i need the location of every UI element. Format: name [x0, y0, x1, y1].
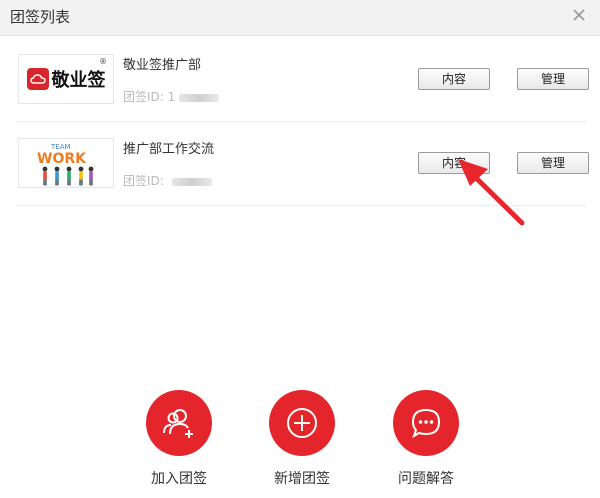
registered-mark: ®: [99, 57, 107, 66]
chat-bubble-icon: [411, 408, 441, 439]
list-item: 敬业签 ® 敬业签推广部 团签ID: 1 内容 管理: [16, 38, 589, 122]
group-id-label: 团签ID:: [123, 90, 164, 104]
join-group-action: 加入团签: [134, 390, 224, 488]
group-logo: TEAM WORK: [18, 138, 114, 188]
faq-action: 问题解答: [381, 390, 471, 488]
group-id: 团签ID: 1: [123, 88, 220, 105]
group-id-label: 团签ID:: [123, 174, 164, 188]
join-group-label: 加入团签: [151, 471, 207, 487]
plus-circle-icon: [287, 408, 317, 438]
list-item: TEAM WORK 推广部工作交流 团签ID: 内容 管理: [16, 122, 589, 206]
manage-button[interactable]: 管理: [517, 68, 589, 90]
redacted-id: [179, 93, 220, 102]
group-list: 敬业签 ® 敬业签推广部 团签ID: 1 内容 管理 TEAM WORK 推广部…: [16, 38, 589, 206]
group-id: 团签ID:: [123, 172, 212, 189]
cloud-icon: [26, 68, 49, 90]
title-bar: 团签列表: [0, 0, 600, 36]
add-user-icon: [163, 409, 193, 438]
logo-line2: WORK: [37, 151, 87, 167]
close-icon[interactable]: [570, 6, 588, 24]
content-button[interactable]: 内容: [418, 152, 490, 174]
new-group-label: 新增团签: [274, 471, 330, 487]
content-button[interactable]: 内容: [418, 68, 490, 90]
manage-button[interactable]: 管理: [517, 152, 589, 174]
group-name: 推广部工作交流: [123, 142, 215, 157]
group-id-value: 1: [167, 90, 176, 104]
new-group-button[interactable]: [269, 390, 335, 456]
join-group-button[interactable]: [146, 390, 212, 456]
logo-text: 敬业签: [51, 70, 106, 91]
redacted-id: [171, 177, 212, 186]
faq-button[interactable]: [393, 390, 459, 456]
logo-line1: TEAM: [50, 143, 71, 151]
group-logo: 敬业签 ®: [18, 54, 114, 104]
window-title: 团签列表: [10, 8, 71, 26]
new-group-action: 新增团签: [257, 390, 347, 488]
faq-label: 问题解答: [398, 471, 454, 487]
teamwork-illustration: TEAM WORK: [37, 143, 94, 186]
group-name: 敬业签推广部: [123, 58, 202, 73]
